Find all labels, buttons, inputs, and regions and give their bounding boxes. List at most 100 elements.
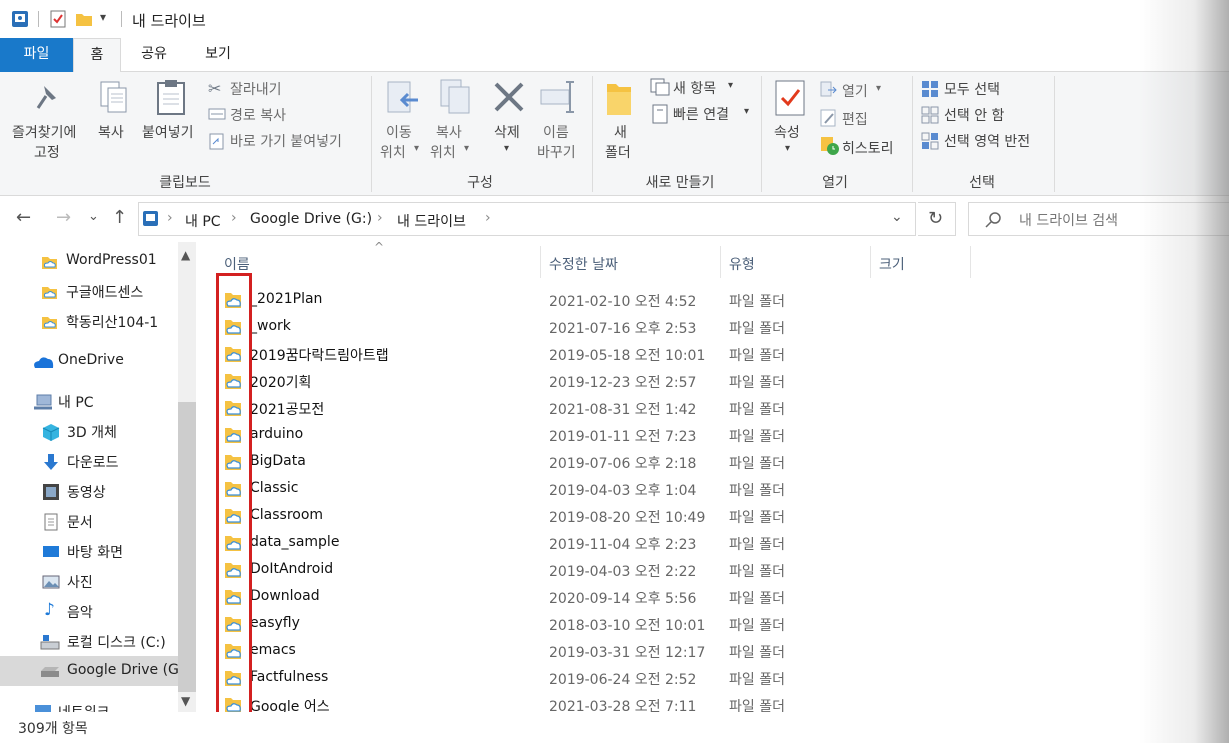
column-header-size[interactable]: 크기 — [879, 254, 905, 274]
column-header-name[interactable]: 이름 — [224, 254, 250, 274]
cut-button[interactable]: 잘라내기 — [230, 79, 282, 99]
nav-item-downloads[interactable]: 다운로드 — [0, 446, 178, 476]
copy-to-dropdown-icon[interactable]: ▾ — [464, 143, 469, 154]
nav-item-this-pc[interactable]: 내 PC — [0, 386, 178, 416]
open-dropdown-icon[interactable]: ▾ — [876, 83, 881, 94]
tab-home[interactable]: 홈 — [73, 38, 121, 73]
file-row[interactable]: Download 2020-09-14 오후 5:56 파일 폴더 — [200, 583, 1000, 610]
paste-shortcut-button[interactable]: 바로 가기 붙여넣기 — [230, 131, 342, 151]
file-type: 파일 폴더 — [729, 348, 785, 364]
file-row[interactable]: DoItAndroid 2019-04-03 오전 2:22 파일 폴더 — [200, 556, 1000, 583]
file-row[interactable]: Classroom 2019-08-20 오전 10:49 파일 폴더 — [200, 502, 1000, 529]
file-row[interactable]: Google 어스 2021-03-28 오전 7:11 파일 폴더 — [200, 691, 1000, 712]
refresh-button[interactable]: ↻ — [918, 202, 956, 236]
properties-button[interactable]: 속성 — [774, 122, 800, 142]
address-bar[interactable]: › 내 PC › Google Drive (G:) › 내 드라이브 › ⌄ — [138, 202, 916, 236]
breadcrumb-google-drive[interactable]: Google Drive (G:) — [250, 211, 372, 227]
forward-arrow-icon[interactable]: → — [56, 207, 71, 228]
column-divider[interactable] — [540, 246, 541, 278]
nav-item-google-drive[interactable]: Google Drive (G — [0, 656, 179, 686]
properties-dropdown-icon[interactable]: ▾ — [785, 143, 790, 154]
file-row[interactable]: arduino 2019-01-11 오전 7:23 파일 폴더 — [200, 421, 1000, 448]
history-icon — [821, 137, 839, 155]
file-name: Download — [250, 588, 320, 604]
customize-toolbar-icon[interactable]: ▾ — [100, 10, 106, 24]
file-modified: 2019-04-03 오후 1:04 — [549, 483, 697, 499]
file-row[interactable]: Classic 2019-04-03 오후 1:04 파일 폴더 — [200, 475, 1000, 502]
breadcrumb-this-pc[interactable]: 내 PC — [185, 211, 221, 231]
file-row[interactable]: _2021Plan 2021-02-10 오전 4:52 파일 폴더 — [200, 286, 1000, 313]
breadcrumb-my-drive[interactable]: 내 드라이브 — [397, 211, 466, 231]
file-row[interactable]: emacs 2019-03-31 오전 12:17 파일 폴더 — [200, 637, 1000, 664]
properties-check-icon[interactable] — [48, 9, 68, 29]
copy-to-button[interactable]: 복사 — [436, 122, 462, 142]
copy-path-button[interactable]: 경로 복사 — [230, 105, 286, 125]
back-arrow-icon[interactable]: ← — [16, 207, 31, 228]
nav-item-pictures[interactable]: 사진 — [0, 566, 178, 596]
move-to-dropdown-icon[interactable]: ▾ — [414, 143, 419, 154]
up-arrow-icon[interactable]: ↑ — [112, 207, 127, 228]
nav-item-network[interactable]: 네트워크 — [0, 696, 178, 712]
select-none-button[interactable]: 선택 안 함 — [944, 105, 1004, 125]
nav-item-documents[interactable]: 문서 — [0, 506, 178, 536]
nav-item-music[interactable]: ♪ 음악 — [0, 596, 178, 626]
invert-selection-button[interactable]: 선택 영역 반전 — [944, 131, 1030, 151]
nav-item-wordpress01[interactable]: WordPress01 — [0, 246, 178, 276]
window-title: 내 드라이브 — [132, 12, 206, 30]
copy-button[interactable]: 복사 — [98, 122, 124, 142]
file-row[interactable]: data_sample 2019-11-04 오후 2:23 파일 폴더 — [200, 529, 1000, 556]
easy-access-dropdown-icon[interactable]: ▾ — [744, 106, 749, 117]
file-row[interactable]: 2021공모전 2021-08-31 오전 1:42 파일 폴더 — [200, 394, 1000, 421]
open-button[interactable]: 열기 — [842, 81, 868, 101]
nav-item-hakdong[interactable]: 학동리산104-1 — [0, 306, 178, 336]
easy-access-button[interactable]: 빠른 연결 — [673, 104, 729, 124]
tab-file[interactable]: 파일 — [0, 38, 73, 72]
new-folder-button[interactable]: 새 — [614, 122, 627, 142]
file-row[interactable]: BigData 2019-07-06 오후 2:18 파일 폴더 — [200, 448, 1000, 475]
document-icon — [44, 513, 58, 531]
search-box[interactable]: 내 드라이브 검색 — [968, 202, 1229, 236]
file-row[interactable]: easyfly 2018-03-10 오전 10:01 파일 폴더 — [200, 610, 1000, 637]
pin-to-quick-access-button[interactable]: 즐겨찾기에 — [12, 122, 76, 142]
paste-button[interactable]: 붙여넣기 — [142, 122, 194, 142]
address-dropdown-chevron-icon[interactable]: ⌄ — [891, 209, 903, 225]
highlight-box — [216, 273, 252, 719]
file-row[interactable]: _work 2021-07-16 오후 2:53 파일 폴더 — [200, 313, 1000, 340]
new-folder-quick-icon[interactable] — [74, 9, 94, 29]
nav-item-desktop[interactable]: 바탕 화면 — [0, 536, 178, 566]
column-divider[interactable] — [970, 246, 971, 278]
tab-view[interactable]: 보기 — [192, 38, 244, 72]
select-group-label: 선택 — [969, 175, 995, 191]
open-icon — [820, 81, 837, 97]
tab-share[interactable]: 공유 — [128, 38, 180, 72]
nav-item-videos[interactable]: 동영상 — [0, 476, 178, 506]
rename-button[interactable]: 이름 — [543, 122, 569, 142]
column-divider[interactable] — [720, 246, 721, 278]
nav-item-3d-objects[interactable]: 3D 개체 — [0, 416, 178, 446]
copy-path-icon — [208, 108, 226, 120]
move-to-button[interactable]: 이동 — [386, 122, 412, 142]
nav-scrollbar-thumb[interactable] — [178, 402, 196, 692]
delete-button[interactable]: 삭제 — [494, 122, 520, 142]
file-row[interactable]: 2019꿈다락드림아트랩 2019-05-18 오전 10:01 파일 폴더 — [200, 340, 1000, 367]
edit-button[interactable]: 편집 — [842, 109, 868, 129]
history-button[interactable]: 히스토리 — [842, 138, 894, 158]
column-header-type[interactable]: 유형 — [729, 254, 755, 274]
file-row[interactable]: Factfulness 2019-06-24 오전 2:52 파일 폴더 — [200, 664, 1000, 691]
file-row[interactable]: 2020기획 2019-12-23 오전 2:57 파일 폴더 — [200, 367, 1000, 394]
scroll-down-icon[interactable]: ▼ — [181, 694, 190, 708]
delete-dropdown-icon[interactable]: ▾ — [504, 143, 509, 154]
nav-item-onedrive[interactable]: OneDrive — [0, 346, 178, 376]
column-header-modified[interactable]: 수정한 날짜 — [549, 254, 618, 274]
recent-locations-chevron-icon[interactable]: ⌄ — [88, 209, 99, 224]
column-divider[interactable] — [870, 246, 871, 278]
nav-item-local-disk[interactable]: 로컬 디스크 (C:) — [0, 626, 178, 656]
explorer-drive-icon[interactable] — [10, 9, 30, 29]
nav-item-adsense[interactable]: 구글애드센스 — [0, 276, 178, 306]
paste-shortcut-icon — [209, 133, 224, 150]
new-item-button[interactable]: 새 항목 — [673, 78, 716, 98]
new-folder-line2: 폴더 — [605, 145, 631, 161]
new-item-dropdown-icon[interactable]: ▾ — [728, 80, 733, 91]
select-all-button[interactable]: 모두 선택 — [944, 79, 1000, 99]
scroll-up-icon[interactable]: ▲ — [181, 248, 190, 262]
